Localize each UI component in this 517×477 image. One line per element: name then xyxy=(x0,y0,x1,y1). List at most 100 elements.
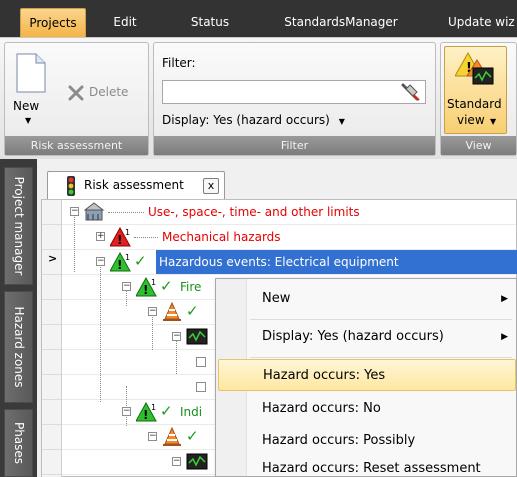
tab-update-wizard[interactable]: Update wiz xyxy=(440,8,517,37)
limits-icon xyxy=(84,202,105,221)
side-tab-phases[interactable]: Phases xyxy=(4,409,33,477)
checkmark-icon: ✓ xyxy=(186,302,199,320)
tree-connector xyxy=(108,212,144,213)
group-filter: Filter: Display: Yes (hazard occurs) ▼ F… xyxy=(153,42,436,156)
collapse-icon[interactable]: − xyxy=(148,307,157,316)
tab-standards-manager[interactable]: StandardsManager xyxy=(262,8,420,37)
checkmark-icon: ✓ xyxy=(160,402,173,420)
document-leaf-icon xyxy=(196,357,206,367)
svg-text:!: ! xyxy=(143,283,148,297)
side-tab-hazard-zones-label: Hazard zones xyxy=(11,306,26,388)
collapse-icon[interactable]: − xyxy=(148,432,157,441)
group-caption-view: View xyxy=(441,136,516,155)
group-caption-risk-assessment: Risk assessment xyxy=(5,136,148,155)
display-filter-dropdown[interactable]: Display: Yes (hazard occurs) ▼ xyxy=(162,113,345,127)
menu-item-label: Display: Yes (hazard occurs) xyxy=(262,329,444,344)
group-view: ! Standard view ▼ View xyxy=(440,42,517,156)
side-tab-phases-label: Phases xyxy=(11,421,26,465)
tree-row-label: Fire xyxy=(180,280,202,294)
side-tab-project-manager-label: Project manager xyxy=(11,176,26,276)
menu-item-new[interactable]: New ▶ xyxy=(218,283,516,315)
filter-input[interactable] xyxy=(162,80,426,104)
tab-status[interactable]: Status xyxy=(175,8,245,37)
ribbon: New ▼ Delete Risk assessment Filter: Dis… xyxy=(0,37,517,159)
collapse-icon[interactable]: − xyxy=(122,282,131,291)
filter-label: Filter: xyxy=(162,56,196,70)
collapse-icon[interactable]: − xyxy=(172,332,181,341)
new-document-icon xyxy=(16,53,46,93)
expand-icon[interactable]: + xyxy=(96,232,105,241)
traffic-cone-icon xyxy=(163,427,181,446)
tree-row-label: Mechanical hazards xyxy=(162,230,281,244)
standard-view-icon: ! xyxy=(455,51,494,85)
menu-separator xyxy=(250,319,512,320)
checkmark-icon: ✓ xyxy=(186,427,199,445)
chevron-down-icon: ▼ xyxy=(338,117,345,126)
tab-projects[interactable]: Projects xyxy=(20,8,86,37)
standard-view-button[interactable]: ! Standard view ▼ xyxy=(444,46,507,134)
current-row-marker: > xyxy=(48,252,58,265)
tree-connector xyxy=(134,237,158,238)
standard-view-label-2: view xyxy=(457,113,485,127)
menu-item-hazard-occurs-yes[interactable]: Hazard occurs: Yes xyxy=(218,359,516,391)
svg-text:!: ! xyxy=(143,408,148,422)
chevron-down-icon: ▼ xyxy=(25,116,32,125)
collapse-icon[interactable]: − xyxy=(96,257,105,266)
tree-row-electrical-equipment[interactable]: − ! 1 ✓ Hazardous events: Electrical equ… xyxy=(92,250,517,274)
green-hazard-warning-icon: ! 1 xyxy=(136,277,157,297)
new-button[interactable]: New ▼ xyxy=(11,49,51,135)
tree-row-limits[interactable]: − Use-, space-, time- and other limits xyxy=(66,200,516,224)
checkmark-icon: ✓ xyxy=(160,277,173,295)
tree-row-label: Indi xyxy=(180,405,203,419)
menu-item-label: New xyxy=(262,291,291,306)
traffic-cone-icon xyxy=(163,302,181,321)
collapse-icon[interactable]: − xyxy=(122,407,131,416)
clear-filter-icon[interactable] xyxy=(401,83,421,101)
display-filter-label: Display: Yes (hazard occurs) xyxy=(162,113,330,127)
row-header-column: > xyxy=(42,200,62,477)
delete-x-icon xyxy=(68,85,84,101)
menu-item-display-filter[interactable]: Display: Yes (hazard occurs) ▶ xyxy=(218,321,516,353)
menu-item-label: Hazard occurs: Possibly xyxy=(262,433,416,448)
tree-row-selection: Hazardous events: Electrical equipment xyxy=(156,250,517,274)
collapse-icon[interactable]: − xyxy=(70,207,79,216)
svg-text:1: 1 xyxy=(151,403,156,412)
svg-text:1: 1 xyxy=(151,278,156,287)
document-leaf-icon xyxy=(196,382,206,392)
green-hazard-warning-icon: ! 1 xyxy=(110,252,131,272)
chevron-down-icon: ▼ xyxy=(490,117,497,126)
new-button-label: New xyxy=(13,99,40,113)
side-tab-project-manager[interactable]: Project manager xyxy=(4,167,33,285)
menu-separator xyxy=(250,357,512,358)
side-tab-hazard-zones[interactable]: Hazard zones xyxy=(4,291,33,403)
svg-text:1: 1 xyxy=(125,228,130,237)
tree-connector xyxy=(100,262,101,402)
menu-item-label: Hazard occurs: Yes xyxy=(263,368,386,383)
svg-text:1: 1 xyxy=(125,253,130,262)
close-icon: x xyxy=(207,179,215,192)
menu-item-hazard-occurs-no[interactable]: Hazard occurs: No xyxy=(218,393,516,425)
tree-row-hazardous-situation[interactable]: − ✓ xyxy=(144,425,224,449)
ribbon-tab-bar: Projects Edit Status StandardsManager Up… xyxy=(0,0,517,37)
close-tab-button[interactable]: x xyxy=(203,178,219,194)
menu-item-label: Hazard occurs: Reset assessment xyxy=(262,461,481,476)
context-menu: New ▶ Display: Yes (hazard occurs) ▶ Haz… xyxy=(215,278,517,477)
green-hazard-warning-icon: ! 1 xyxy=(136,402,157,422)
svg-text:!: ! xyxy=(117,258,122,272)
submenu-arrow-icon: ▶ xyxy=(501,294,508,304)
collapse-icon[interactable]: − xyxy=(172,457,181,466)
traffic-light-icon xyxy=(67,176,75,196)
menu-item-hazard-occurs-reset[interactable]: Hazard occurs: Reset assessment xyxy=(218,453,516,477)
side-dock: Project manager Hazard zones Phases xyxy=(0,159,37,477)
tab-edit[interactable]: Edit xyxy=(100,8,150,37)
svg-text:!: ! xyxy=(117,233,122,247)
tree-row-mechanical-hazards[interactable]: + ! 1 Mechanical hazards xyxy=(92,225,516,249)
group-caption-filter: Filter xyxy=(154,136,435,155)
tree-row-hazardous-situation[interactable]: − ✓ xyxy=(144,300,224,324)
document-tab[interactable]: Risk assessment x xyxy=(47,171,225,199)
checkmark-icon: ✓ xyxy=(134,252,147,270)
submenu-arrow-icon: ▶ xyxy=(501,332,508,342)
document-tab-label: Risk assessment xyxy=(84,178,184,192)
delete-button[interactable]: Delete xyxy=(63,81,147,103)
menu-item-label: Hazard occurs: No xyxy=(262,401,381,416)
